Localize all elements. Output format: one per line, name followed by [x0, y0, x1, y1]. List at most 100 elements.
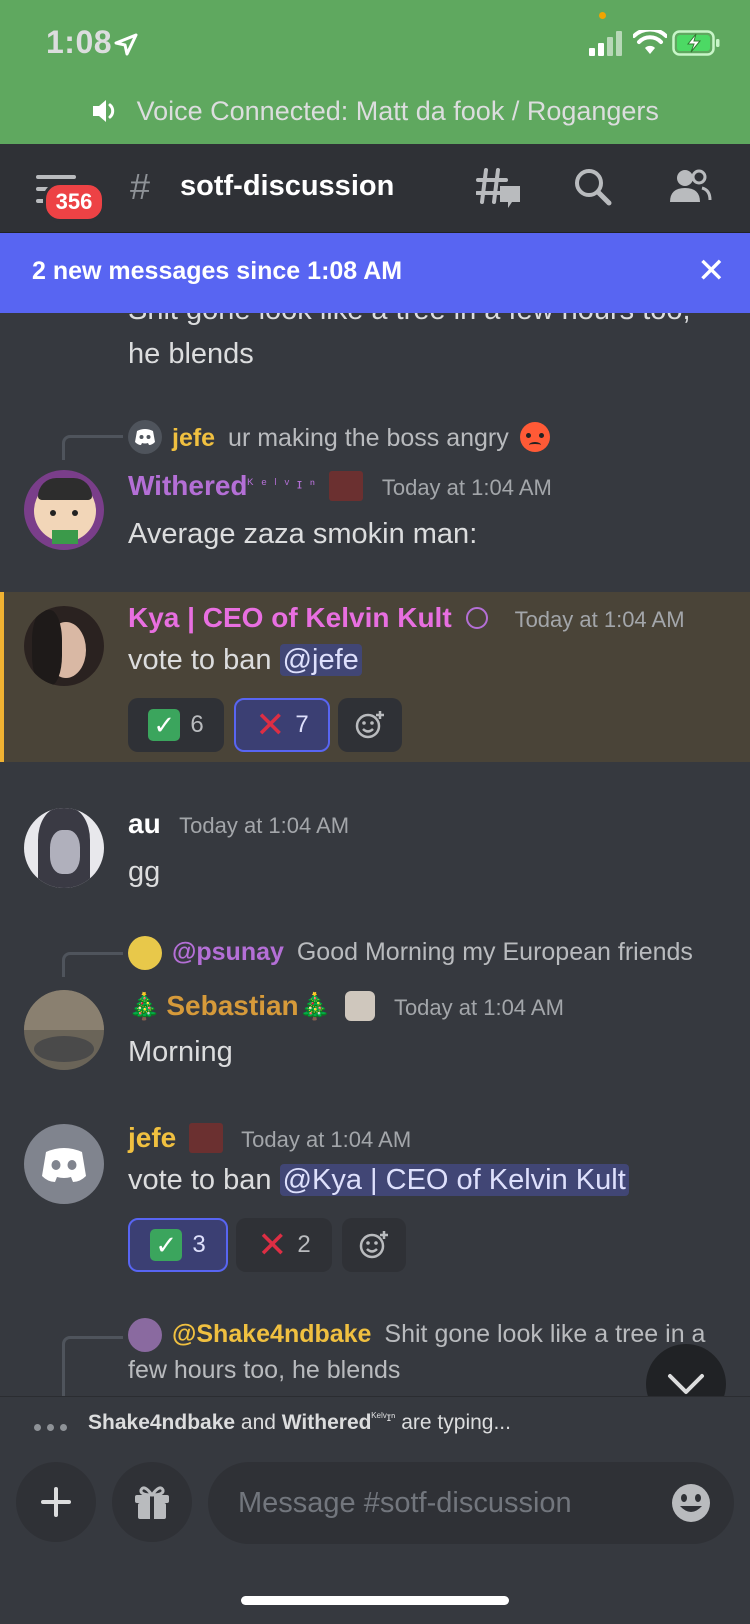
reply-preview[interactable]: @psunay Good Morning my European friends: [172, 938, 693, 967]
discord-logo-icon: [42, 1148, 86, 1182]
cellular-signal-icon: [589, 31, 622, 56]
cross-mark-icon: ✕: [255, 704, 286, 745]
angry-emoji-icon: [519, 422, 550, 452]
message-input[interactable]: [236, 1480, 660, 1526]
typing-and: and: [235, 1411, 282, 1434]
message-input-container[interactable]: [208, 1462, 734, 1544]
member-list-icon[interactable]: [668, 168, 712, 206]
message-header: Witheredᴷ ᵉ ˡ ᵛ ɪ ⁿ Today at 1:04 AM: [128, 470, 552, 502]
reply-username: jefe: [172, 424, 216, 452]
gift-button[interactable]: [112, 1462, 192, 1542]
username[interactable]: jefe: [128, 1122, 176, 1153]
reaction-cross[interactable]: ✕ 7: [234, 698, 330, 752]
privacy-indicator: [599, 12, 606, 19]
reaction-cross[interactable]: ✕ 2: [236, 1218, 332, 1272]
tree-icon: 🎄: [128, 991, 161, 1021]
reply-connector: [62, 952, 123, 977]
new-messages-bar[interactable]: 2 new messages since 1:08 AM ✕: [0, 233, 750, 313]
reply-text: few hours too, he blends: [128, 1356, 401, 1384]
unread-mentions-badge: 356: [43, 182, 105, 222]
user-mention[interactable]: @Kya | CEO of Kelvin Kult: [279, 1164, 629, 1196]
message-text: he blends: [128, 338, 254, 370]
channel-name[interactable]: sotf-discussion: [180, 170, 394, 203]
avatar[interactable]: [24, 990, 104, 1070]
reply-username: @Shake4ndbake: [172, 1320, 372, 1348]
add-reaction-button[interactable]: [342, 1218, 406, 1272]
add-reaction-button[interactable]: [338, 698, 402, 752]
reply-avatar: [128, 420, 162, 454]
emoji-picker-icon[interactable]: [670, 1482, 712, 1524]
plus-icon: [41, 1487, 71, 1517]
new-messages-text: 2 new messages since 1:08 AM: [32, 257, 403, 285]
message-text: vote to ban @Kya | CEO of Kelvin Kult: [128, 1164, 629, 1197]
reply-avatar: [128, 936, 162, 970]
tree-icon: 🎄: [298, 991, 332, 1021]
channel-hash-icon: #: [130, 166, 151, 207]
close-icon[interactable]: ✕: [697, 251, 726, 291]
avatar[interactable]: [24, 470, 104, 550]
home-indicator[interactable]: [241, 1596, 509, 1605]
gift-icon: [135, 1486, 169, 1519]
username[interactable]: au: [128, 808, 161, 839]
add-reaction-icon: [355, 711, 384, 739]
message-header: jefe Today at 1:04 AM: [128, 1122, 411, 1154]
avatar[interactable]: [24, 808, 104, 888]
mention-highlight-bar: [0, 592, 4, 762]
discord-logo-icon: [135, 429, 155, 445]
reply-preview[interactable]: jefe ur making the boss angry: [172, 422, 550, 453]
add-reaction-icon: [359, 1231, 388, 1259]
avatar[interactable]: [24, 606, 104, 686]
reply-text: ur making the boss angry: [228, 424, 509, 452]
reply-connector: [62, 435, 123, 460]
message-text-prefix: vote to ban: [128, 644, 280, 676]
reply-text: Shit gone look like a tree in a: [384, 1320, 706, 1348]
message-header: 🎄 Sebastian🎄 Today at 1:04 AM: [128, 990, 564, 1022]
message-text: Average zaza smokin man:: [128, 518, 478, 550]
message-header: Kya | CEO of Kelvin Kult Today at 1:04 A…: [128, 602, 685, 634]
timestamp: Today at 1:04 AM: [241, 1127, 412, 1152]
username[interactable]: Kya | CEO of Kelvin Kult: [128, 602, 452, 633]
voice-connected-banner[interactable]: Voice Connected: Matt da fook / Roganger…: [0, 96, 750, 127]
role-icon: [188, 1123, 223, 1153]
status-time: 1:08: [46, 24, 113, 60]
reply-username: @psunay: [172, 938, 284, 966]
typing-user: Shake4ndbake: [88, 1411, 236, 1434]
timestamp: Today at 1:04 AM: [381, 475, 552, 500]
username-suffix: ᴷ ᵉ ˡ ᵛ ɪ ⁿ: [247, 475, 317, 492]
avatar[interactable]: [24, 1124, 104, 1204]
message-text-prefix: vote to ban: [128, 1164, 280, 1196]
reaction-check[interactable]: ✓ 6: [128, 698, 224, 752]
timestamp: Today at 1:04 AM: [393, 995, 564, 1020]
speaker-icon: [93, 100, 115, 122]
user-mention[interactable]: @jefe: [279, 644, 362, 676]
reaction-check[interactable]: ✓ 3: [128, 1218, 228, 1272]
check-mark-icon: ✓: [150, 1229, 183, 1261]
check-mark-icon: ✓: [148, 709, 181, 741]
typing-user: Withered: [281, 1411, 372, 1434]
reaction-count: 7: [295, 711, 309, 738]
reply-preview[interactable]: @Shake4ndbake Shit gone look like a tree…: [172, 1320, 732, 1349]
threads-icon[interactable]: [476, 166, 522, 212]
chevron-down-icon: [668, 1374, 704, 1394]
wifi-icon: [633, 30, 667, 54]
location-arrow-icon: [114, 33, 138, 56]
voice-connected-text: Voice Connected: Matt da fook / Roganger…: [136, 96, 659, 126]
reply-connector: [62, 1336, 123, 1399]
message-header: au Today at 1:04 AM: [128, 808, 349, 840]
reaction-count: 3: [192, 1231, 206, 1258]
message-text: gg: [128, 856, 161, 888]
search-icon[interactable]: [573, 167, 613, 207]
role-icon: [345, 991, 376, 1021]
reply-text: Good Morning my European friends: [296, 938, 693, 966]
add-attachment-button[interactable]: [16, 1462, 96, 1542]
username[interactable]: Withered: [128, 470, 248, 501]
role-icon: [329, 471, 364, 501]
reaction-count: 6: [190, 711, 204, 738]
message-text: vote to ban @jefe: [128, 644, 362, 677]
typing-suffix: are typing...: [395, 1411, 511, 1434]
message-text: Morning: [128, 1036, 233, 1068]
typing-user-suffix: ᴷᵉˡᵛɪⁿ: [371, 1410, 396, 1424]
typing-dots-icon: [34, 1418, 73, 1436]
username[interactable]: Sebastian: [166, 990, 298, 1021]
timestamp: Today at 1:04 AM: [514, 607, 685, 632]
